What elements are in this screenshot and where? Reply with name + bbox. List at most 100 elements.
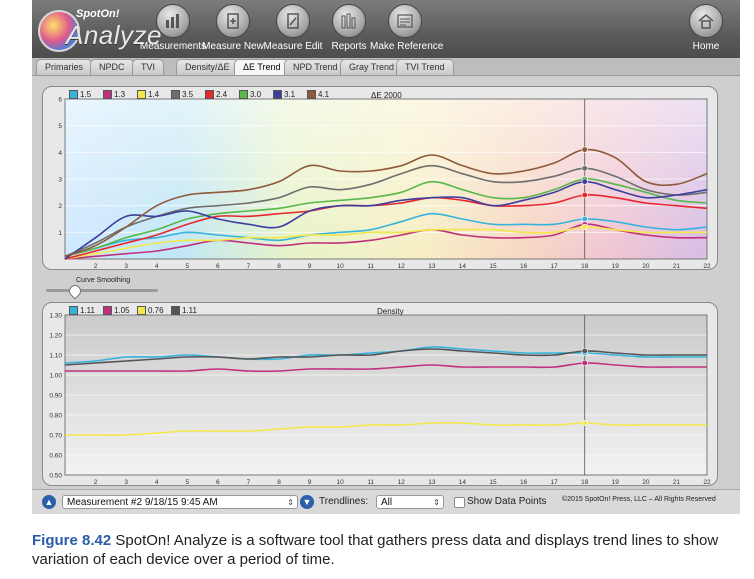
legend-item-0: 1.5 [69,90,91,99]
reports-icon [332,4,366,38]
legend-item-3: 1.11 [171,306,197,315]
trendlines-label: Trendlines: [319,496,369,507]
legend-item-7: 4.1 [307,90,329,99]
x-tick-label: 17 [551,263,559,269]
curve-smoothing-knob[interactable] [66,282,84,300]
y-tick-label: 0.90 [49,393,62,400]
x-tick-label: 15 [489,479,497,485]
bar-chart-icon [156,4,190,38]
tab-density-de[interactable]: Density/ΔE [176,59,239,75]
series-marker-point-4[interactable] [581,191,588,199]
y-tick-label: 3 [58,177,62,184]
x-tick-label: 5 [185,263,189,269]
show-data-points-checkbox[interactable] [454,497,465,508]
legend-label: 3.5 [182,90,194,99]
x-tick-label: 12 [398,263,406,269]
x-tick-label: 3 [124,263,128,269]
legend-label: 3.0 [250,90,262,99]
series-marker-point-7[interactable] [581,146,588,153]
y-tick-label: 1.30 [49,313,62,320]
y-tick-label: 1 [58,230,62,237]
legend-label: 3.1 [284,90,296,99]
legend-swatch [103,90,112,99]
legend-item-3: 3.5 [171,90,193,99]
show-data-points-label: Show Data Points [467,496,547,507]
curve-smoothing-slider[interactable] [46,289,158,292]
app-window: SpotOn! Analyze Measurements Measure New… [32,0,740,514]
legend-label: 1.11 [182,306,197,315]
y-tick-label: 1.10 [49,353,62,360]
x-tick-label: 16 [520,263,528,269]
legend-item-1: 1.05 [103,306,130,315]
document-edit-icon [276,4,310,38]
legend-swatch [205,90,214,99]
x-tick-label: 22 [703,263,711,269]
y-tick-label: 4 [58,150,62,157]
series-marker-point-0[interactable] [581,215,588,223]
y-tick-label: 0.60 [49,453,62,460]
de-trend-panel: 1 2 3 4 5 6 2 3 4 5 6 7 8 9 10 11 12 13 14 15 16 17 18 19 20 21 22… [42,86,718,270]
series-marker-point-2[interactable] [581,223,588,231]
collapse-up-button[interactable]: ▲ [42,495,56,509]
legend-swatch [69,90,78,99]
x-tick-label: 6 [216,263,220,269]
x-tick-label: 21 [673,263,681,269]
series-marker-point-2[interactable] [581,419,588,427]
trendlines-select[interactable]: All ⇕ [376,495,444,509]
x-tick-label: 19 [612,263,620,269]
legend-swatch [137,90,146,99]
x-tick-label: 6 [216,479,220,485]
measurement-select[interactable]: Measurement #2 9/18/15 9:45 AM ⇕ [62,495,298,509]
tab-gray-trend[interactable]: Gray Trend [340,59,404,75]
home-button[interactable]: Home [676,4,736,56]
figure-caption-text: SpotOn! Analyze is a software tool that … [32,532,719,568]
x-tick-label: 13 [428,263,436,269]
tab-tvi[interactable]: TVI [132,59,165,75]
y-tick-label: 0.80 [49,413,62,420]
x-tick-label: 5 [185,479,189,485]
home-icon [689,4,723,38]
tab-npdc[interactable]: NPDC [90,59,134,75]
collapse-down-button[interactable]: ▼ [300,495,314,509]
x-tick-label: 12 [398,479,406,485]
series-marker-point-3[interactable] [581,347,588,355]
legend-item-1: 1.3 [103,90,125,99]
x-tick-label: 17 [551,479,559,485]
select-arrows-icon: ⇕ [287,498,294,507]
x-tick-label: 9 [308,479,312,485]
tab-tvi-trend[interactable]: TVI Trend [396,59,454,75]
home-label: Home [692,41,720,52]
series-marker-point-6[interactable] [581,178,588,185]
density-chart-title: Density [377,307,404,316]
x-tick-label: 20 [642,479,650,485]
tab-primaries[interactable]: Primaries [36,59,93,75]
x-tick-label: 2 [94,479,98,485]
make-reference-button[interactable]: Make Reference [370,4,443,56]
x-tick-label: 16 [520,479,528,485]
x-tick-label: 13 [428,479,436,485]
curve-smoothing-label: Curve Smoothing [76,277,131,284]
select-arrows-icon: ⇕ [433,498,440,507]
x-tick-label: 8 [277,479,281,485]
de-chart-title: ΔE 2000 [371,91,402,100]
legend-label: 1.4 [148,90,160,99]
series-marker-point-3[interactable] [581,165,588,172]
x-tick-label: 3 [124,479,128,485]
y-tick-label: 1.20 [49,333,62,340]
toolbar: SpotOn! Analyze Measurements Measure New… [32,0,740,58]
legend-swatch [171,306,180,315]
series-marker-point-1[interactable] [581,359,588,367]
density-chart: 0.50 0.60 0.70 0.80 0.90 1.00 1.10 1.20 1.30 2 3 4 5… [49,313,711,486]
legend-item-0: 1.11 [69,306,95,315]
x-tick-label: 15 [489,263,497,269]
legend-item-2: 1.4 [137,90,159,99]
y-tick-label: 0.50 [49,473,62,480]
x-tick-label: 7 [247,479,251,485]
tab-de-trend[interactable]: ΔE Trend [234,59,290,75]
x-tick-label: 9 [308,263,312,269]
x-tick-label: 18 [581,263,589,269]
legend-label: 1.5 [80,90,92,99]
tab-npd-trend[interactable]: NPD Trend [284,59,347,75]
y-tick-label: 2 [58,203,62,210]
legend-label: 1.11 [80,306,95,315]
